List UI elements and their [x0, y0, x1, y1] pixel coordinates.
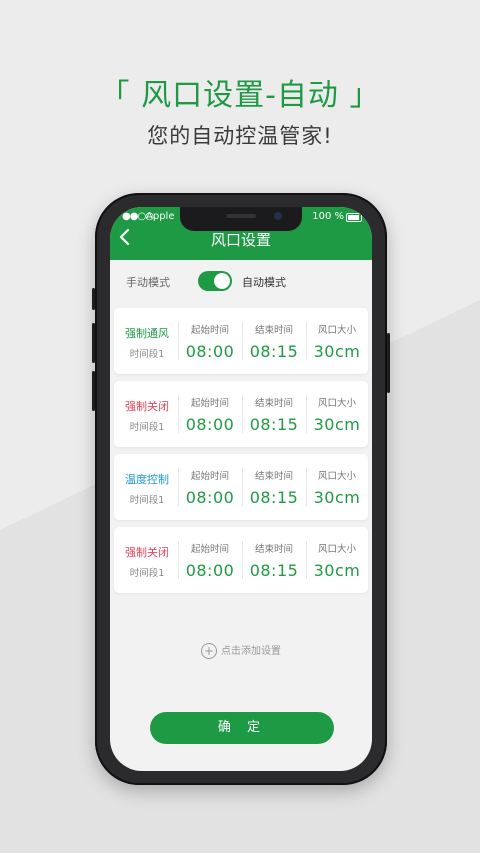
card-divider	[178, 468, 179, 506]
promo-subline: 您的自动控温管家!	[147, 124, 333, 148]
card-size: 风口大小 30cm	[307, 541, 367, 580]
card-mode: 强制关闭	[125, 546, 169, 559]
confirm-button[interactable]: 确 定	[150, 712, 334, 744]
schedule-card[interactable]: 强制通风 时间段1 起始时间 08:00 结束时间 08:15 风口大小 30c…	[114, 308, 368, 374]
card-divider	[178, 322, 179, 360]
end-time: 08:15	[249, 342, 299, 361]
manual-mode-label: 手动模式	[126, 276, 170, 289]
card-size: 风口大小 30cm	[307, 395, 367, 434]
size-label: 风口大小	[317, 325, 356, 336]
card-start: 起始时间 08:00	[180, 468, 240, 507]
size-label: 风口大小	[317, 471, 356, 482]
end-label: 结束时间	[254, 398, 293, 409]
card-divider	[178, 395, 179, 433]
end-time: 08:15	[249, 488, 299, 507]
phone-frame: ●●○○ Apple 100 % 风口设置 手动模式 自动模式 强制通风 时间段…	[92, 193, 390, 785]
card-end: 结束时间 08:15	[244, 322, 304, 361]
card-divider	[242, 395, 243, 433]
speaker	[226, 214, 256, 218]
start-label: 起始时间	[190, 398, 229, 409]
card-end: 结束时间 08:15	[244, 541, 304, 580]
card-end: 结束时间 08:15	[244, 468, 304, 507]
mode-switch-row: 手动模式 自动模式	[110, 269, 372, 295]
vent-size: 30cm	[313, 415, 361, 434]
carrier-label: Apple	[146, 211, 175, 222]
end-label: 结束时间	[254, 544, 293, 555]
card-start: 起始时间 08:00	[180, 395, 240, 434]
card-divider	[242, 468, 243, 506]
add-setting-label: 点击添加设置	[221, 646, 281, 657]
volume-up-button	[92, 323, 95, 363]
schedule-card[interactable]: 温度控制 时间段1 起始时间 08:00 结束时间 08:15 风口大小 30c…	[114, 454, 368, 520]
end-time: 08:15	[249, 415, 299, 434]
volume-down-button	[92, 371, 95, 411]
battery-percent: 100 %	[312, 211, 344, 222]
card-mode: 温度控制	[125, 473, 169, 486]
mute-switch	[92, 288, 95, 310]
card-size: 风口大小 30cm	[307, 468, 367, 507]
toggle-knob	[214, 273, 230, 289]
phone-screen: ●●○○ Apple 100 % 风口设置 手动模式 自动模式 强制通风 时间段…	[110, 207, 372, 771]
auto-mode-label: 自动模式	[242, 276, 286, 289]
battery-icon	[346, 213, 362, 222]
card-start: 起始时间 08:00	[180, 322, 240, 361]
size-label: 风口大小	[317, 544, 356, 555]
card-divider	[242, 541, 243, 579]
start-label: 起始时间	[190, 325, 229, 336]
card-mode: 强制关闭	[125, 400, 169, 413]
promo-headline: 「 风口设置-自动 」	[99, 78, 381, 113]
vent-size: 30cm	[313, 488, 361, 507]
size-label: 风口大小	[317, 398, 356, 409]
card-end: 结束时间 08:15	[244, 395, 304, 434]
page-title: 风口设置	[210, 231, 271, 249]
card-period: 时间段1	[129, 422, 165, 433]
start-label: 起始时间	[190, 544, 229, 555]
card-start: 起始时间 08:00	[180, 541, 240, 580]
schedule-card[interactable]: 强制关闭 时间段1 起始时间 08:00 结束时间 08:15 风口大小 30c…	[114, 527, 368, 593]
card-divider	[178, 541, 179, 579]
card-mode: 强制通风	[125, 327, 169, 340]
notch	[180, 207, 302, 231]
start-time: 08:00	[185, 415, 235, 434]
start-label: 起始时间	[190, 471, 229, 482]
vent-size: 30cm	[313, 342, 361, 361]
add-setting-button[interactable]: + 点击添加设置	[110, 642, 372, 659]
end-label: 结束时间	[254, 471, 293, 482]
card-divider	[242, 322, 243, 360]
end-label: 结束时间	[254, 325, 293, 336]
schedule-card[interactable]: 强制关闭 时间段1 起始时间 08:00 结束时间 08:15 风口大小 30c…	[114, 381, 368, 447]
start-time: 08:00	[185, 561, 235, 580]
card-size: 风口大小 30cm	[307, 322, 367, 361]
card-period: 时间段1	[129, 495, 165, 506]
plus-circle-icon: +	[201, 643, 217, 659]
start-time: 08:00	[185, 342, 235, 361]
power-button	[387, 333, 390, 393]
card-period: 时间段1	[129, 568, 165, 579]
end-time: 08:15	[249, 561, 299, 580]
card-period: 时间段1	[129, 349, 165, 360]
vent-size: 30cm	[313, 561, 361, 580]
camera-icon	[274, 212, 282, 220]
mode-toggle[interactable]	[198, 271, 232, 291]
start-time: 08:00	[185, 488, 235, 507]
